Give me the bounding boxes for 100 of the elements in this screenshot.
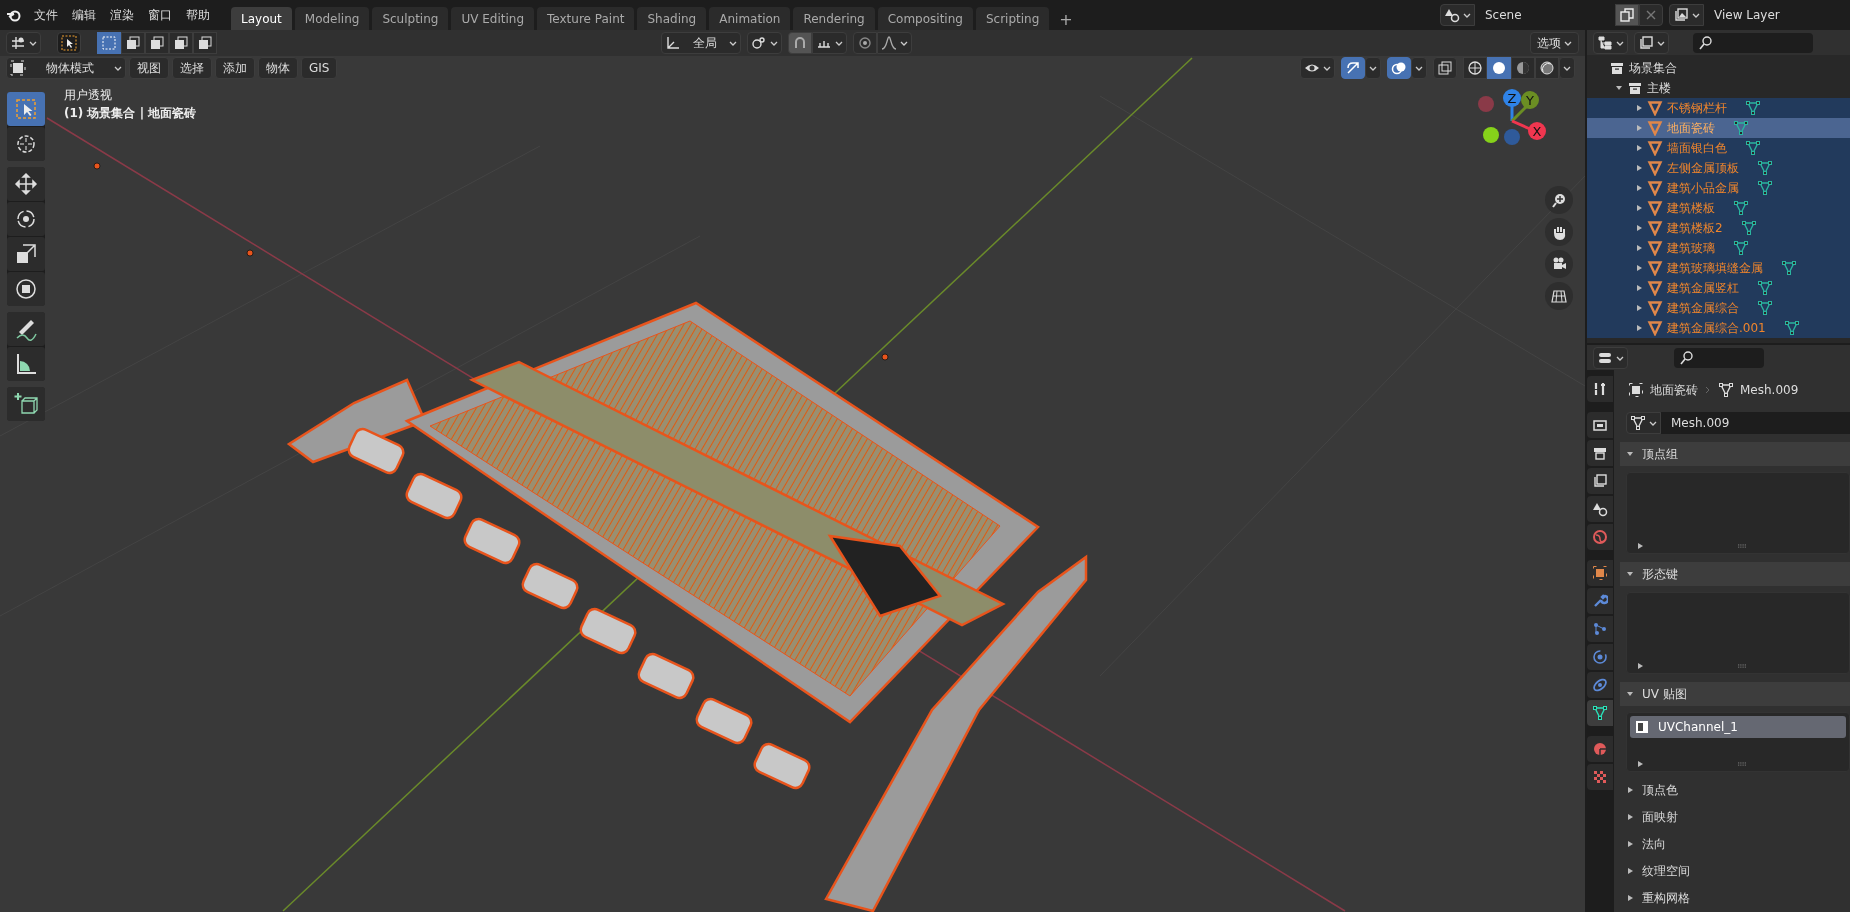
workspace-tab[interactable]: Shading (637, 7, 707, 30)
workspace-tab[interactable]: Texture Paint (537, 7, 635, 30)
shading-mode-button[interactable] (1511, 57, 1535, 79)
outliner-row[interactable]: 左侧金属顶板 (1587, 158, 1850, 178)
outliner-row[interactable]: 建筑玻璃 (1587, 238, 1850, 258)
workspace-tab[interactable]: Compositing (877, 7, 973, 30)
workspace-tab[interactable]: Animation (709, 7, 791, 30)
menu-item[interactable]: 视图 (129, 57, 169, 79)
selection-mode-button[interactable] (121, 32, 145, 54)
menu-item[interactable]: GIS (301, 57, 338, 79)
list-item[interactable]: UVChannel_1 (1630, 716, 1846, 738)
outliner-row[interactable]: 场景集合 (1587, 58, 1850, 78)
gizmo-toggle[interactable] (1341, 57, 1365, 79)
tool-button[interactable] (7, 202, 45, 236)
workspace-tab[interactable]: Rendering (793, 7, 875, 30)
outliner-row[interactable]: 建筑楼板2 (1587, 218, 1850, 238)
search-field[interactable] (1674, 347, 1764, 368)
outliner-row[interactable]: 建筑小品金属 (1587, 178, 1850, 198)
panel-header[interactable]: UV 贴图 (1620, 682, 1850, 706)
menu-item[interactable]: 编辑 (65, 4, 103, 26)
panel-header[interactable]: 面映射 (1620, 803, 1850, 831)
panel-header[interactable]: 顶点组 (1620, 442, 1850, 466)
tools-icon (1592, 381, 1608, 397)
menu-item[interactable]: 渲染 (103, 4, 141, 26)
filter-dropdown[interactable] (1634, 31, 1669, 54)
properties-tab[interactable] (1587, 440, 1613, 466)
properties-tab[interactable] (1587, 412, 1613, 438)
pivot-dropdown[interactable] (747, 32, 782, 54)
tool-button[interactable] (7, 167, 45, 201)
outliner-row[interactable]: 建筑金属竖杠 (1587, 278, 1850, 298)
panel-header[interactable]: 法向 (1620, 830, 1850, 858)
view-name: 用户透视 (64, 87, 113, 104)
tool-button[interactable] (7, 237, 45, 271)
proportional-edit-toggle[interactable] (853, 32, 877, 54)
selection-mode-button[interactable] (145, 32, 169, 54)
mesh-datablock-field[interactable]: Mesh.009 (1661, 412, 1850, 434)
properties-tab[interactable] (1587, 560, 1613, 586)
outliner-row[interactable]: 建筑金属综合 (1587, 298, 1850, 318)
select-tool-button[interactable] (57, 32, 81, 54)
orientation-dropdown[interactable]: 全局 (661, 32, 741, 54)
menu-item[interactable]: 帮助 (179, 4, 217, 26)
tool-button[interactable] (7, 127, 45, 161)
panel-header[interactable]: 纹理空间 (1620, 857, 1850, 885)
snap-toggle[interactable] (788, 32, 812, 54)
mode-dropdown[interactable]: 物体模式 (6, 57, 126, 79)
menu-item[interactable]: 物体 (258, 57, 298, 79)
panel-header[interactable]: 形态键 (1620, 562, 1850, 586)
panel-header[interactable]: 重构网格 (1620, 884, 1850, 912)
outliner-row[interactable]: 主楼 (1587, 78, 1850, 98)
workspace-tab[interactable]: UV Editing (451, 7, 535, 30)
scene-browse-button[interactable] (1440, 4, 1475, 26)
zoom-button[interactable] (1545, 186, 1573, 214)
properties-tab[interactable] (1587, 376, 1613, 402)
selection-mode-button[interactable] (169, 32, 193, 54)
workspace-tab[interactable]: Scripting (975, 7, 1050, 30)
camera-view-button[interactable] (1545, 250, 1573, 278)
options-dropdown[interactable]: 选项 (1530, 32, 1579, 54)
shading-mode-button[interactable] (1463, 57, 1487, 79)
menu-item[interactable]: 选择 (172, 57, 212, 79)
axis-handle[interactable]: Y (1521, 91, 1539, 109)
pan-button[interactable] (1545, 218, 1573, 246)
ortho-toggle-button[interactable] (1545, 282, 1573, 310)
properties-tab[interactable] (1587, 496, 1613, 522)
tool-button[interactable] (7, 387, 45, 421)
workspace-tab[interactable]: Layout (231, 7, 292, 30)
axis-handle[interactable]: X (1528, 122, 1546, 140)
outliner-row[interactable]: 墙面银白色 (1587, 138, 1850, 158)
search-field[interactable] (1693, 32, 1813, 53)
outliner-row[interactable]: 建筑玻璃填缝金属 (1587, 258, 1850, 278)
tool-button[interactable] (7, 312, 45, 346)
add-workspace-button[interactable]: + (1052, 6, 1080, 30)
xray-toggle[interactable] (1433, 57, 1457, 79)
overlay-toggle[interactable] (1387, 57, 1411, 79)
workspace-tab[interactable]: Sculpting (372, 7, 449, 30)
panel-header[interactable]: 顶点色 (1620, 776, 1850, 804)
snap-dropdown[interactable] (812, 32, 847, 54)
new-scene-button[interactable] (1615, 4, 1639, 26)
editor-type-button[interactable] (6, 32, 41, 54)
outliner-row[interactable]: 建筑楼板 (1587, 198, 1850, 218)
workspace-tab[interactable]: Modeling (294, 7, 370, 30)
tool-button[interactable] (7, 272, 45, 306)
visibility-dropdown[interactable] (1300, 57, 1335, 79)
properties-tab[interactable] (1587, 468, 1613, 494)
remove-scene-button[interactable] (1639, 4, 1663, 26)
outliner-row[interactable]: 不锈钢栏杆 (1587, 98, 1850, 118)
editor-type-button[interactable] (1593, 346, 1628, 369)
mesh-browse-button[interactable] (1626, 412, 1661, 434)
display-mode-dropdown[interactable] (1593, 31, 1628, 54)
tool-button[interactable] (7, 347, 45, 381)
selection-mode-button[interactable] (193, 32, 217, 54)
axis-handle[interactable]: Z (1503, 89, 1521, 107)
menu-item[interactable]: 窗口 (141, 4, 179, 26)
falloff-dropdown[interactable] (877, 32, 912, 54)
shading-mode-button[interactable] (1535, 57, 1559, 79)
outliner-row[interactable]: 建筑金属综合.001 (1587, 318, 1850, 338)
view-layer-browse-button[interactable] (1669, 4, 1704, 26)
menu-item[interactable]: 文件 (27, 4, 65, 26)
properties-tab[interactable] (1587, 700, 1613, 726)
shading-mode-button[interactable] (1487, 57, 1511, 79)
menu-item[interactable]: 添加 (215, 57, 255, 79)
